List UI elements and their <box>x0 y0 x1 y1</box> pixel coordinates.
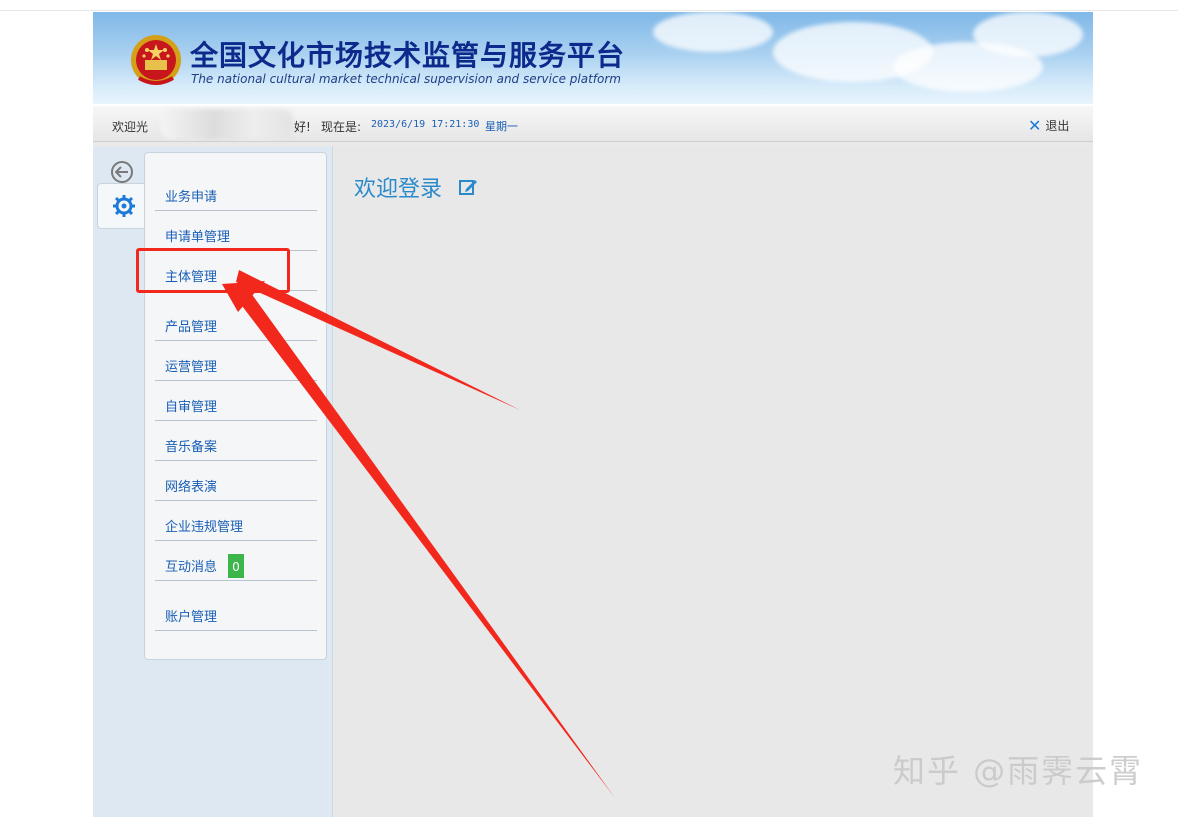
national-emblem-icon <box>131 35 181 85</box>
menu-item-interactive-messages[interactable]: 互动消息 0 <box>155 545 317 581</box>
side-menu: 业务申请 申请单管理 主体管理 产品管理 运营管理 自审管理 音乐备案 网络表演… <box>144 152 327 660</box>
menu-item-label: 自审管理 <box>165 400 218 415</box>
site-subtitle: The national cultural market technical s… <box>191 72 621 86</box>
welcome-suffix: 好! <box>294 120 311 134</box>
header-cloud <box>653 12 773 52</box>
settings-tab[interactable] <box>97 183 149 229</box>
edit-icon <box>459 180 477 195</box>
current-datetime: 2023/6/19 17:21:30 <box>371 119 480 130</box>
site-title: 全国文化市场技术监管与服务平台 <box>190 39 626 72</box>
status-bar: 欢迎光 好! 现在是: 2023/6/19 17:21:30 星期一 ✕ 退出 <box>93 104 1093 142</box>
menu-item-label: 业务申请 <box>165 190 218 205</box>
annotation-highlight-box <box>136 248 290 293</box>
menu-item-label: 申请单管理 <box>165 230 231 245</box>
menu-item-label: 运营管理 <box>165 360 218 375</box>
page-title: 欢迎登录 <box>354 177 443 202</box>
gear-icon <box>112 195 135 217</box>
header-cloud <box>973 12 1083 57</box>
menu-item-application-management[interactable]: 申请单管理 <box>155 215 317 251</box>
logout-label: 退出 <box>1045 119 1070 133</box>
menu-item-label: 音乐备案 <box>165 440 218 455</box>
menu-item-label: 账户管理 <box>165 610 218 625</box>
logout-button[interactable]: ✕ 退出 <box>1028 117 1069 134</box>
menu-item-online-performance[interactable]: 网络表演 <box>155 465 317 501</box>
username-blurred <box>161 109 293 139</box>
message-count-badge: 0 <box>228 554 244 578</box>
main-content: 欢迎登录 <box>334 147 1093 817</box>
menu-item-account-management[interactable]: 账户管理 <box>155 595 317 631</box>
menu-item-business-apply[interactable]: 业务申请 <box>155 175 317 211</box>
welcome-text: 欢迎光 <box>112 120 149 134</box>
menu-item-label: 企业违规管理 <box>165 520 244 535</box>
site-header: 全国文化市场技术监管与服务平台 The national cultural ma… <box>93 12 1093 104</box>
watermark: 知乎 @雨霁云霄 <box>893 752 1144 790</box>
back-arrow-icon[interactable] <box>111 161 133 183</box>
menu-item-self-review-management[interactable]: 自审管理 <box>155 385 317 421</box>
menu-item-label: 互动消息 <box>165 560 218 575</box>
now-label: 现在是: <box>321 120 362 134</box>
menu-item-label: 产品管理 <box>165 320 218 335</box>
app-window: 全国文化市场技术监管与服务平台 The national cultural ma… <box>93 12 1093 817</box>
page-top-divider <box>0 10 1178 11</box>
current-weekday: 星期一 <box>485 120 518 133</box>
menu-item-product-management[interactable]: 产品管理 <box>155 305 317 341</box>
menu-item-label: 网络表演 <box>165 480 218 495</box>
menu-item-operations-management[interactable]: 运营管理 <box>155 345 317 381</box>
menu-item-music-filing[interactable]: 音乐备案 <box>155 425 317 461</box>
close-x-icon: ✕ <box>1028 115 1042 135</box>
menu-item-violation-management[interactable]: 企业违规管理 <box>155 505 317 541</box>
